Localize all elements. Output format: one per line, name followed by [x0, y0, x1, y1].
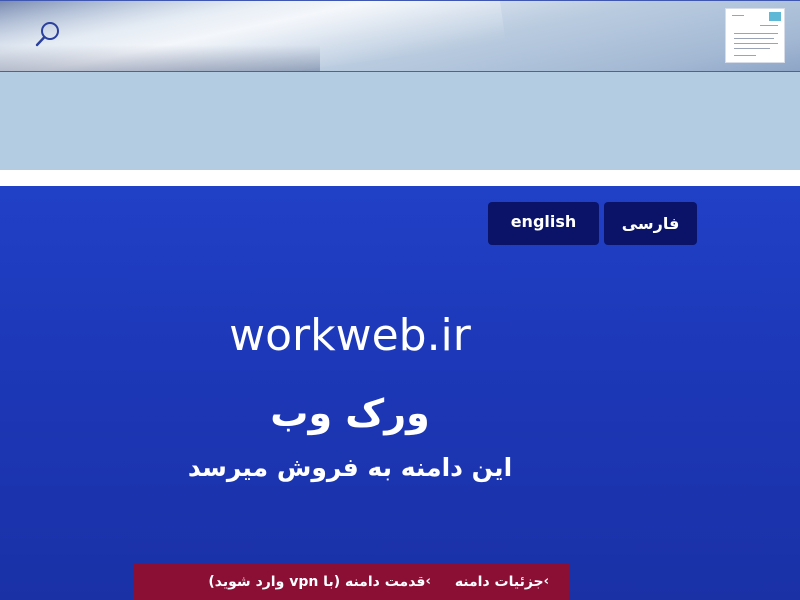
chevron-left-icon: ›	[425, 574, 431, 589]
header-top-band	[0, 0, 800, 72]
language-english-button[interactable]: english	[488, 202, 599, 245]
domain-name-title: workweb.ir	[229, 310, 471, 361]
header-divider	[0, 170, 800, 186]
domain-details-label: جزئیات دامنه	[454, 573, 544, 590]
chevron-left-icon: ›	[543, 574, 549, 589]
page: english فارسی workweb.ir ورک وب این دامن…	[0, 0, 800, 600]
document-thumbnail-icon[interactable]	[725, 8, 785, 63]
hero-section: english فارسی workweb.ir ورک وب این دامن…	[0, 186, 800, 600]
search-icon[interactable]	[33, 19, 63, 49]
for-sale-tagline: این دامنه به فروش میرسد	[187, 453, 513, 482]
domain-details-link[interactable]: جزئیات دامنه ›	[439, 574, 569, 590]
site-name-heading: ورک وب	[270, 391, 430, 435]
language-farsi-button[interactable]: فارسی	[604, 202, 697, 245]
header-banner	[0, 0, 800, 170]
domain-age-label: قدمت دامنه (با vpn وارد شوید)	[208, 573, 426, 590]
domain-age-link[interactable]: قدمت دامنه (با vpn وارد شوید) ›	[208, 574, 438, 590]
action-bar: جزئیات دامنه › قدمت دامنه (با vpn وارد ش…	[133, 563, 569, 600]
